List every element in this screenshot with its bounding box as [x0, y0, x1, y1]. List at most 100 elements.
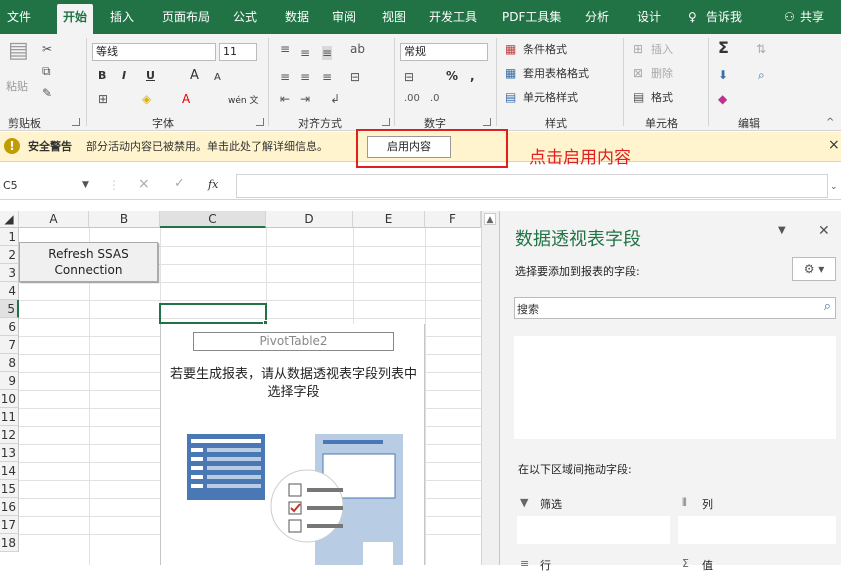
fill-icon[interactable]: ⬇	[718, 68, 728, 82]
tab-analyze[interactable]: 分析	[585, 9, 609, 25]
search-icon[interactable]: ⌕	[824, 299, 831, 314]
field-search-input[interactable]: 搜索 ⌕	[514, 297, 836, 319]
collapse-ribbon-icon[interactable]: ^	[826, 116, 834, 130]
tab-home[interactable]: 开始	[57, 4, 94, 34]
clear-icon[interactable]: ◆	[718, 92, 727, 106]
filters-drop-area[interactable]	[517, 516, 670, 544]
close-icon[interactable]: ×	[828, 138, 840, 152]
font-size-select[interactable]: 11	[219, 43, 257, 61]
row-header[interactable]: 8	[0, 354, 19, 372]
align-middle-icon[interactable]: ≡	[300, 46, 310, 60]
row-header[interactable]: 1	[0, 228, 19, 246]
delete-cells-button[interactable]: 删除	[651, 67, 673, 81]
panel-options-icon[interactable]: ▼	[778, 225, 786, 236]
name-box[interactable]: C5	[3, 179, 18, 193]
row-header[interactable]: 9	[0, 372, 19, 390]
column-header-e[interactable]: E	[353, 211, 425, 228]
increase-indent-icon[interactable]: ⇥	[300, 92, 310, 106]
clipboard-launcher-icon[interactable]	[72, 118, 80, 126]
fill-color-icon[interactable]: ◈	[142, 92, 151, 106]
cell-styles-button[interactable]: 单元格样式	[523, 91, 578, 105]
phonetic-button[interactable]: wén 文	[228, 94, 258, 108]
increase-decimal-icon[interactable]: .00	[404, 92, 420, 106]
bold-button[interactable]: B	[98, 69, 106, 83]
scroll-up-icon[interactable]: ▲	[484, 213, 496, 225]
tab-page-layout[interactable]: 页面布局	[162, 9, 210, 25]
format-as-table-button[interactable]: 套用表格格式	[523, 67, 589, 81]
function-icon[interactable]: fx	[208, 178, 218, 192]
tab-insert[interactable]: 插入	[110, 9, 134, 25]
row-header[interactable]: 18	[0, 534, 19, 552]
autosum-button[interactable]: Σ	[718, 40, 729, 56]
shrink-font-button[interactable]: A	[214, 71, 221, 85]
row-header[interactable]: 2	[0, 246, 19, 264]
font-name-select[interactable]: 等线	[92, 43, 216, 61]
italic-button[interactable]: I	[122, 69, 126, 83]
row-header[interactable]: 3	[0, 264, 19, 282]
column-header-f[interactable]: F	[425, 211, 481, 228]
tab-formulas[interactable]: 公式	[233, 9, 257, 25]
number-launcher-icon[interactable]	[483, 118, 491, 126]
align-center-icon[interactable]: ≡	[300, 70, 310, 84]
tab-pdf-tools[interactable]: PDF工具集	[502, 9, 561, 25]
comma-button[interactable]: ,	[470, 69, 475, 83]
row-header[interactable]: 16	[0, 498, 19, 516]
align-top-icon[interactable]: ≡	[280, 42, 290, 56]
font-launcher-icon[interactable]	[256, 118, 264, 126]
select-all-corner[interactable]: ◢	[0, 211, 19, 228]
find-select-icon[interactable]: ⌕	[758, 68, 765, 82]
column-header-c[interactable]: C	[160, 211, 266, 228]
close-panel-icon[interactable]: ✕	[818, 223, 830, 239]
row-header[interactable]: 7	[0, 336, 19, 354]
format-cells-button[interactable]: 格式	[651, 91, 673, 105]
tab-developer[interactable]: 开发工具	[429, 9, 477, 25]
orientation-icon[interactable]: ab	[350, 42, 365, 56]
row-header[interactable]: 6	[0, 318, 19, 336]
accounting-icon[interactable]: ⊟	[404, 70, 414, 84]
grow-font-button[interactable]: A	[190, 69, 199, 83]
merge-icon[interactable]: ⊟	[350, 70, 360, 84]
paste-button[interactable]: 粘贴	[6, 80, 28, 94]
align-bottom-icon[interactable]: ≡	[322, 46, 333, 60]
tab-view[interactable]: 视图	[382, 9, 406, 25]
active-cell-c5[interactable]	[159, 303, 267, 324]
row-header[interactable]: 15	[0, 480, 19, 498]
enter-icon[interactable]: ✓	[174, 177, 185, 191]
vertical-scrollbar[interactable]: ▲	[481, 211, 499, 565]
chevron-down-icon[interactable]: ▼	[82, 178, 89, 192]
tab-review[interactable]: 审阅	[332, 9, 356, 25]
tell-me-search[interactable]: 告诉我	[706, 9, 742, 25]
tab-design[interactable]: 设计	[637, 9, 661, 25]
gear-icon[interactable]: ⚙ ▾	[792, 257, 836, 281]
row-header[interactable]: 13	[0, 444, 19, 462]
column-header-d[interactable]: D	[266, 211, 353, 228]
expand-formula-icon[interactable]: ⌄	[830, 180, 838, 194]
row-header[interactable]: 4	[0, 282, 19, 300]
column-header-a[interactable]: A	[19, 211, 89, 228]
paste-icon[interactable]: ▤	[8, 40, 29, 62]
font-color-icon[interactable]: A	[182, 92, 190, 106]
row-header[interactable]: 14	[0, 462, 19, 480]
format-painter-icon[interactable]: ✎	[42, 86, 52, 100]
sort-filter-icon[interactable]: ⇅	[756, 42, 766, 56]
align-left-icon[interactable]: ≡	[280, 70, 290, 84]
insert-cells-button[interactable]: 插入	[651, 43, 673, 57]
tab-data[interactable]: 数据	[285, 9, 309, 25]
row-header[interactable]: 10	[0, 390, 19, 408]
share-button[interactable]: 共享	[800, 9, 824, 25]
row-header[interactable]: 5	[0, 300, 19, 318]
security-message[interactable]: 部分活动内容已被禁用。单击此处了解详细信息。	[86, 140, 328, 154]
column-header-b[interactable]: B	[89, 211, 160, 228]
decrease-indent-icon[interactable]: ⇤	[280, 92, 290, 106]
align-right-icon[interactable]: ≡	[322, 70, 332, 84]
number-format-select[interactable]: 常规	[400, 43, 488, 61]
row-header[interactable]: 12	[0, 426, 19, 444]
alignment-launcher-icon[interactable]	[382, 118, 390, 126]
formula-input[interactable]	[236, 174, 828, 198]
pivot-table-placeholder[interactable]: PivotTable2 若要生成报表，请从数据透视表字段列表中选择字段	[160, 324, 425, 565]
copy-icon[interactable]: ⧉	[42, 64, 51, 78]
cut-icon[interactable]: ✂	[42, 42, 52, 56]
wrap-text-icon[interactable]: ↲	[330, 92, 340, 106]
field-list[interactable]	[514, 336, 836, 439]
refresh-ssas-button[interactable]: Refresh SSAS Connection	[19, 242, 158, 282]
